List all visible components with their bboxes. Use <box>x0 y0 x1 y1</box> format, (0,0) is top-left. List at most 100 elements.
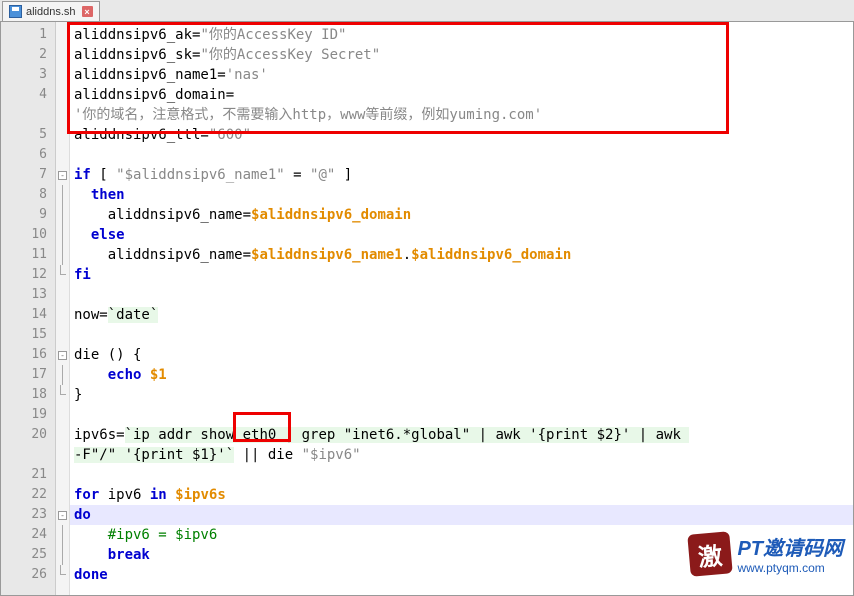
fold-marker[interactable] <box>56 545 69 565</box>
editor: 1234567891011121314151617181920212223242… <box>0 22 854 596</box>
fold-marker[interactable] <box>56 105 69 125</box>
code-line[interactable]: } <box>70 385 853 405</box>
line-number: 1 <box>1 25 55 45</box>
code-line[interactable]: do <box>70 505 853 525</box>
code-line[interactable]: aliddnsipv6_name1='nas' <box>70 65 853 85</box>
code-line[interactable]: else <box>70 225 853 245</box>
line-number: 2 <box>1 45 55 65</box>
token: '你的域名，注意格式，不需要输入http，www等前缀，例如yuming.com… <box>74 107 542 123</box>
token: if <box>74 167 91 183</box>
tab-bar: aliddns.sh × <box>0 0 854 22</box>
code-line[interactable] <box>70 465 853 485</box>
line-number: 5 <box>1 125 55 145</box>
token: "$ipv6" <box>302 447 361 463</box>
code-line[interactable]: for ipv6 in $ipv6s <box>70 485 853 505</box>
token: aliddnsipv6_domain= <box>74 87 234 103</box>
code-line[interactable]: fi <box>70 265 853 285</box>
token <box>141 367 149 383</box>
code-line[interactable]: aliddnsipv6_name=$aliddnsipv6_domain <box>70 205 853 225</box>
token <box>74 187 91 203</box>
fold-marker[interactable] <box>56 65 69 85</box>
fold-marker[interactable] <box>56 565 69 585</box>
token: $1 <box>150 367 167 383</box>
fold-marker[interactable] <box>56 305 69 325</box>
fold-marker[interactable] <box>56 225 69 245</box>
fold-marker[interactable] <box>56 425 69 445</box>
token: #ipv6 = $ipv6 <box>108 527 218 543</box>
line-number: 16 <box>1 345 55 365</box>
code-line[interactable]: '你的域名，注意格式，不需要输入http，www等前缀，例如yuming.com… <box>70 105 853 125</box>
fold-marker[interactable] <box>56 125 69 145</box>
file-tab[interactable]: aliddns.sh × <box>2 1 100 21</box>
code-line[interactable]: aliddnsipv6_ak="你的AccessKey ID" <box>70 25 853 45</box>
close-icon[interactable]: × <box>82 6 93 17</box>
fold-marker[interactable] <box>56 145 69 165</box>
line-number: 9 <box>1 205 55 225</box>
code-line[interactable]: -F"/" '{print $1}'` || die "$ipv6" <box>70 445 853 465</box>
token: $aliddnsipv6_domain <box>411 247 571 263</box>
token <box>74 227 91 243</box>
fold-marker[interactable] <box>56 445 69 465</box>
fold-marker[interactable] <box>56 285 69 305</box>
fold-marker[interactable] <box>56 265 69 285</box>
token: [ <box>91 167 116 183</box>
fold-marker[interactable] <box>56 485 69 505</box>
fold-marker[interactable] <box>56 525 69 545</box>
token: "@" <box>310 167 335 183</box>
token: = <box>285 167 310 183</box>
token: `ip addr show eth0 | grep "inet6.*global… <box>125 427 690 443</box>
line-number: 12 <box>1 265 55 285</box>
code-line[interactable]: now=`date` <box>70 305 853 325</box>
line-number: 17 <box>1 365 55 385</box>
fold-marker[interactable]: - <box>56 165 69 185</box>
code-line[interactable]: aliddnsipv6_domain= <box>70 85 853 105</box>
disk-icon <box>9 5 22 18</box>
token: then <box>91 187 125 203</box>
fold-marker[interactable] <box>56 25 69 45</box>
token: -F"/" '{print $1}'` <box>74 447 234 463</box>
token: fi <box>74 267 91 283</box>
fold-marker[interactable] <box>56 365 69 385</box>
fold-marker[interactable] <box>56 385 69 405</box>
code-line[interactable]: aliddnsipv6_ttl="600" <box>70 125 853 145</box>
fold-marker[interactable] <box>56 45 69 65</box>
line-number: 18 <box>1 385 55 405</box>
token: aliddnsipv6_name1= <box>74 67 226 83</box>
line-number: 15 <box>1 325 55 345</box>
fold-marker[interactable] <box>56 245 69 265</box>
line-number: 7 <box>1 165 55 185</box>
code-line[interactable]: echo $1 <box>70 365 853 385</box>
code-line[interactable]: if [ "$aliddnsipv6_name1" = "@" ] <box>70 165 853 185</box>
fold-marker[interactable] <box>56 85 69 105</box>
fold-marker[interactable] <box>56 465 69 485</box>
code-line[interactable] <box>70 325 853 345</box>
code-line[interactable]: then <box>70 185 853 205</box>
line-number: 25 <box>1 545 55 565</box>
token: "$aliddnsipv6_name1" <box>116 167 285 183</box>
code-line[interactable] <box>70 145 853 165</box>
code-line[interactable] <box>70 285 853 305</box>
token: aliddnsipv6_name= <box>74 207 251 223</box>
code-line[interactable]: aliddnsipv6_name=$aliddnsipv6_name1.$ali… <box>70 245 853 265</box>
fold-marker[interactable] <box>56 405 69 425</box>
fold-marker[interactable]: - <box>56 505 69 525</box>
token: else <box>91 227 125 243</box>
fold-marker[interactable] <box>56 325 69 345</box>
token <box>74 367 108 383</box>
fold-marker[interactable]: - <box>56 345 69 365</box>
line-number: 11 <box>1 245 55 265</box>
line-number <box>1 105 55 125</box>
code-line[interactable]: die () { <box>70 345 853 365</box>
token: aliddnsipv6_name= <box>74 247 251 263</box>
code-line[interactable]: aliddnsipv6_sk="你的AccessKey Secret" <box>70 45 853 65</box>
line-number: 14 <box>1 305 55 325</box>
token: ipv6s= <box>74 427 125 443</box>
code-area[interactable]: 激 PT邀请码网 www.ptyqm.com aliddnsipv6_ak="你… <box>70 22 853 595</box>
code-line[interactable] <box>70 405 853 425</box>
line-number: 10 <box>1 225 55 245</box>
watermark-url: www.ptyqm.com <box>737 561 843 575</box>
code-line[interactable]: ipv6s=`ip addr show eth0 | grep "inet6.*… <box>70 425 853 445</box>
fold-marker[interactable] <box>56 185 69 205</box>
token: 'nas' <box>226 67 268 83</box>
fold-marker[interactable] <box>56 205 69 225</box>
